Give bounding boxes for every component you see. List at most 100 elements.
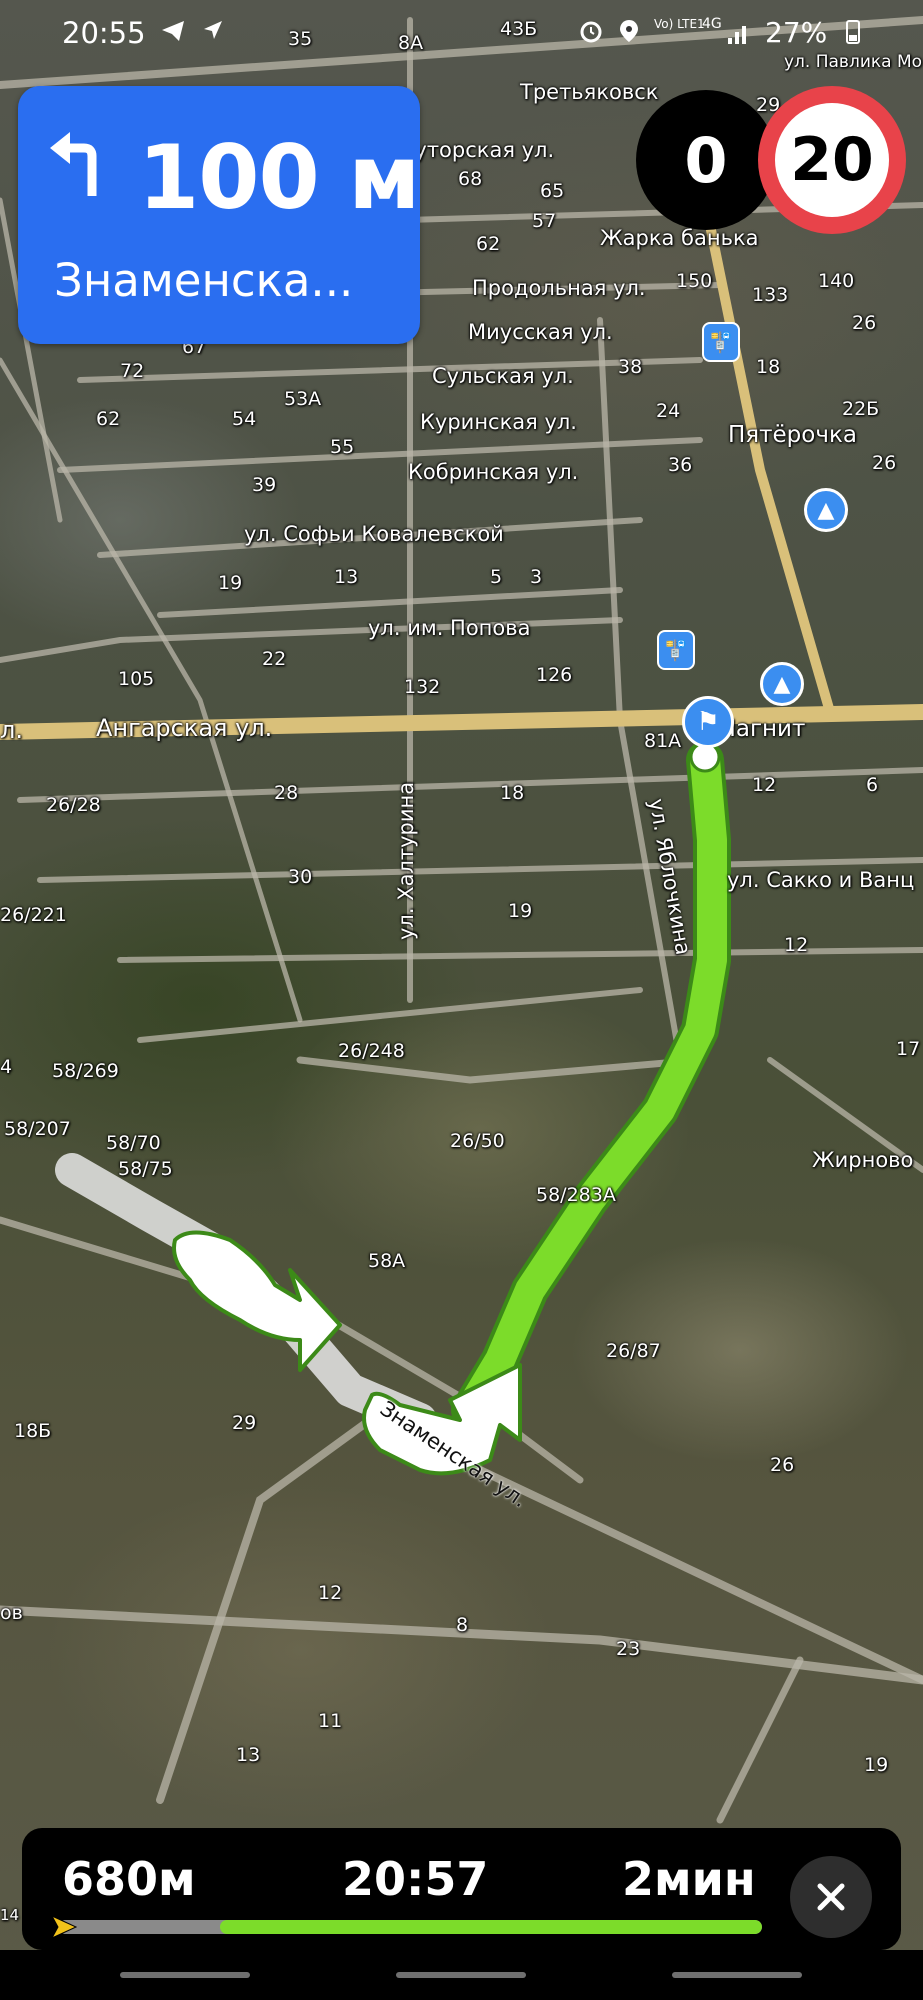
street-label: Жарка банька	[600, 226, 759, 250]
house-number: 12	[752, 774, 777, 796]
house-number: 4	[0, 1056, 13, 1078]
house-number: 72	[120, 360, 145, 382]
house-number: 132	[404, 676, 441, 698]
house-number: 12	[318, 1582, 343, 1604]
house-number: 55	[330, 436, 355, 458]
street-label: Продольная ул.	[472, 276, 646, 300]
arrival-time: 20:57	[342, 1852, 489, 1906]
house-number: 81А	[644, 730, 682, 752]
battery-percent: 27%	[765, 16, 828, 49]
house-number: 8	[456, 1614, 469, 1636]
house-number: 5	[490, 566, 503, 588]
maneuver-street: Знаменска...	[54, 254, 354, 307]
house-number: 58/207	[4, 1118, 71, 1140]
poi-label-pyaterochka[interactable]: Пятёрочка	[728, 424, 857, 447]
house-number: 58/70	[106, 1132, 161, 1154]
house-number: 19	[864, 1754, 889, 1776]
route-progress-fill	[219, 1920, 762, 1934]
street-label: ов	[0, 1602, 23, 1624]
house-number: 68	[458, 168, 483, 190]
route-progress-bar	[58, 1920, 762, 1934]
house-number: 53А	[284, 388, 322, 410]
house-number: 36	[668, 454, 693, 476]
house-number: 26/248	[338, 1040, 405, 1062]
house-number: 39	[252, 474, 277, 496]
nav-back-button[interactable]	[672, 1972, 802, 1978]
street-label: Сульская ул.	[432, 364, 574, 388]
system-nav-bar	[0, 1950, 923, 2000]
street-label: ул. Софьи Ковалевской	[244, 522, 504, 546]
street-label: л.	[0, 716, 23, 744]
maneuver-distance: 100 м	[138, 126, 420, 229]
house-number: 38	[618, 356, 643, 378]
house-number: 62	[96, 408, 121, 430]
street-label: Третьяковск	[520, 80, 659, 104]
speed-limit-sign: 20	[758, 86, 906, 234]
house-number: 30	[288, 866, 313, 888]
remaining-time: 2мин	[622, 1852, 756, 1906]
street-label: Ангарская ул.	[96, 714, 273, 742]
house-number: 6	[866, 774, 879, 796]
status-time: 20:55	[62, 16, 146, 50]
house-number: 26/50	[450, 1130, 505, 1152]
house-number: 11	[318, 1710, 343, 1732]
current-position-icon	[50, 1914, 78, 1940]
street-label: ул. Халтурина	[394, 781, 418, 940]
house-number: 29	[232, 1412, 257, 1434]
remaining-distance: 680м	[62, 1852, 196, 1906]
house-number: 26	[770, 1454, 795, 1476]
trip-panel[interactable]: 680м 20:57 2мин	[22, 1828, 901, 1950]
house-number: 54	[232, 408, 257, 430]
house-number: 28	[274, 782, 299, 804]
house-number: 140	[818, 270, 855, 292]
bus-stop-icon[interactable]: 🚏	[657, 630, 695, 670]
close-icon	[817, 1883, 845, 1911]
house-number: 23	[616, 1638, 641, 1660]
house-number: 22Б	[842, 398, 880, 420]
house-number: 13	[334, 566, 359, 588]
house-number: 12	[784, 934, 809, 956]
house-number: 26/28	[46, 794, 101, 816]
street-label: Миусская ул.	[468, 320, 613, 344]
shopping-basket-icon[interactable]: ▲	[760, 662, 804, 706]
house-number: 57	[532, 210, 557, 232]
house-number: 58/269	[52, 1060, 119, 1082]
status-bar: 20:55 Vo) LTE1 4G 27%	[0, 0, 923, 62]
bus-stop-icon[interactable]: 🚏	[702, 322, 740, 362]
street-label: Куринская ул.	[420, 410, 577, 434]
shopping-basket-icon[interactable]: ▲	[804, 488, 848, 532]
location-pin-icon	[620, 20, 638, 42]
house-number: 19	[218, 572, 243, 594]
turn-left-icon	[50, 132, 97, 196]
house-number: 126	[536, 664, 573, 686]
close-route-button[interactable]	[790, 1856, 872, 1938]
house-number: 133	[752, 284, 789, 306]
house-number: 24	[656, 400, 681, 422]
house-number: 13	[236, 1744, 261, 1766]
nav-recent-button[interactable]	[120, 1972, 250, 1978]
house-number: 26	[852, 312, 877, 334]
house-number: 26/221	[0, 904, 67, 926]
maneuver-card[interactable]: 100 м Знаменска...	[18, 86, 420, 344]
street-label: Кобринская ул.	[408, 460, 579, 484]
house-number: 62	[476, 233, 501, 255]
alarm-icon	[580, 21, 602, 43]
finish-flag-icon[interactable]: ⚑	[682, 696, 734, 748]
house-number: 19	[508, 900, 533, 922]
house-number: 26	[872, 452, 897, 474]
nav-home-button[interactable]	[396, 1972, 526, 1978]
house-number: 17	[896, 1038, 921, 1060]
house-number: 14	[0, 1906, 20, 1924]
house-number: 18	[756, 356, 781, 378]
street-label: ул. им. Попова	[368, 616, 531, 640]
house-number: 22	[262, 648, 287, 670]
signal-indicator: 4G	[702, 16, 722, 32]
battery-icon	[846, 20, 860, 44]
house-number: 3	[530, 566, 543, 588]
house-number: 58/75	[118, 1158, 173, 1180]
street-label: Хуторская ул.	[400, 138, 555, 162]
current-speed: 0	[636, 90, 776, 230]
house-number: 105	[118, 668, 155, 690]
house-number: 58/283А	[536, 1184, 616, 1206]
house-number: 18Б	[14, 1420, 52, 1442]
